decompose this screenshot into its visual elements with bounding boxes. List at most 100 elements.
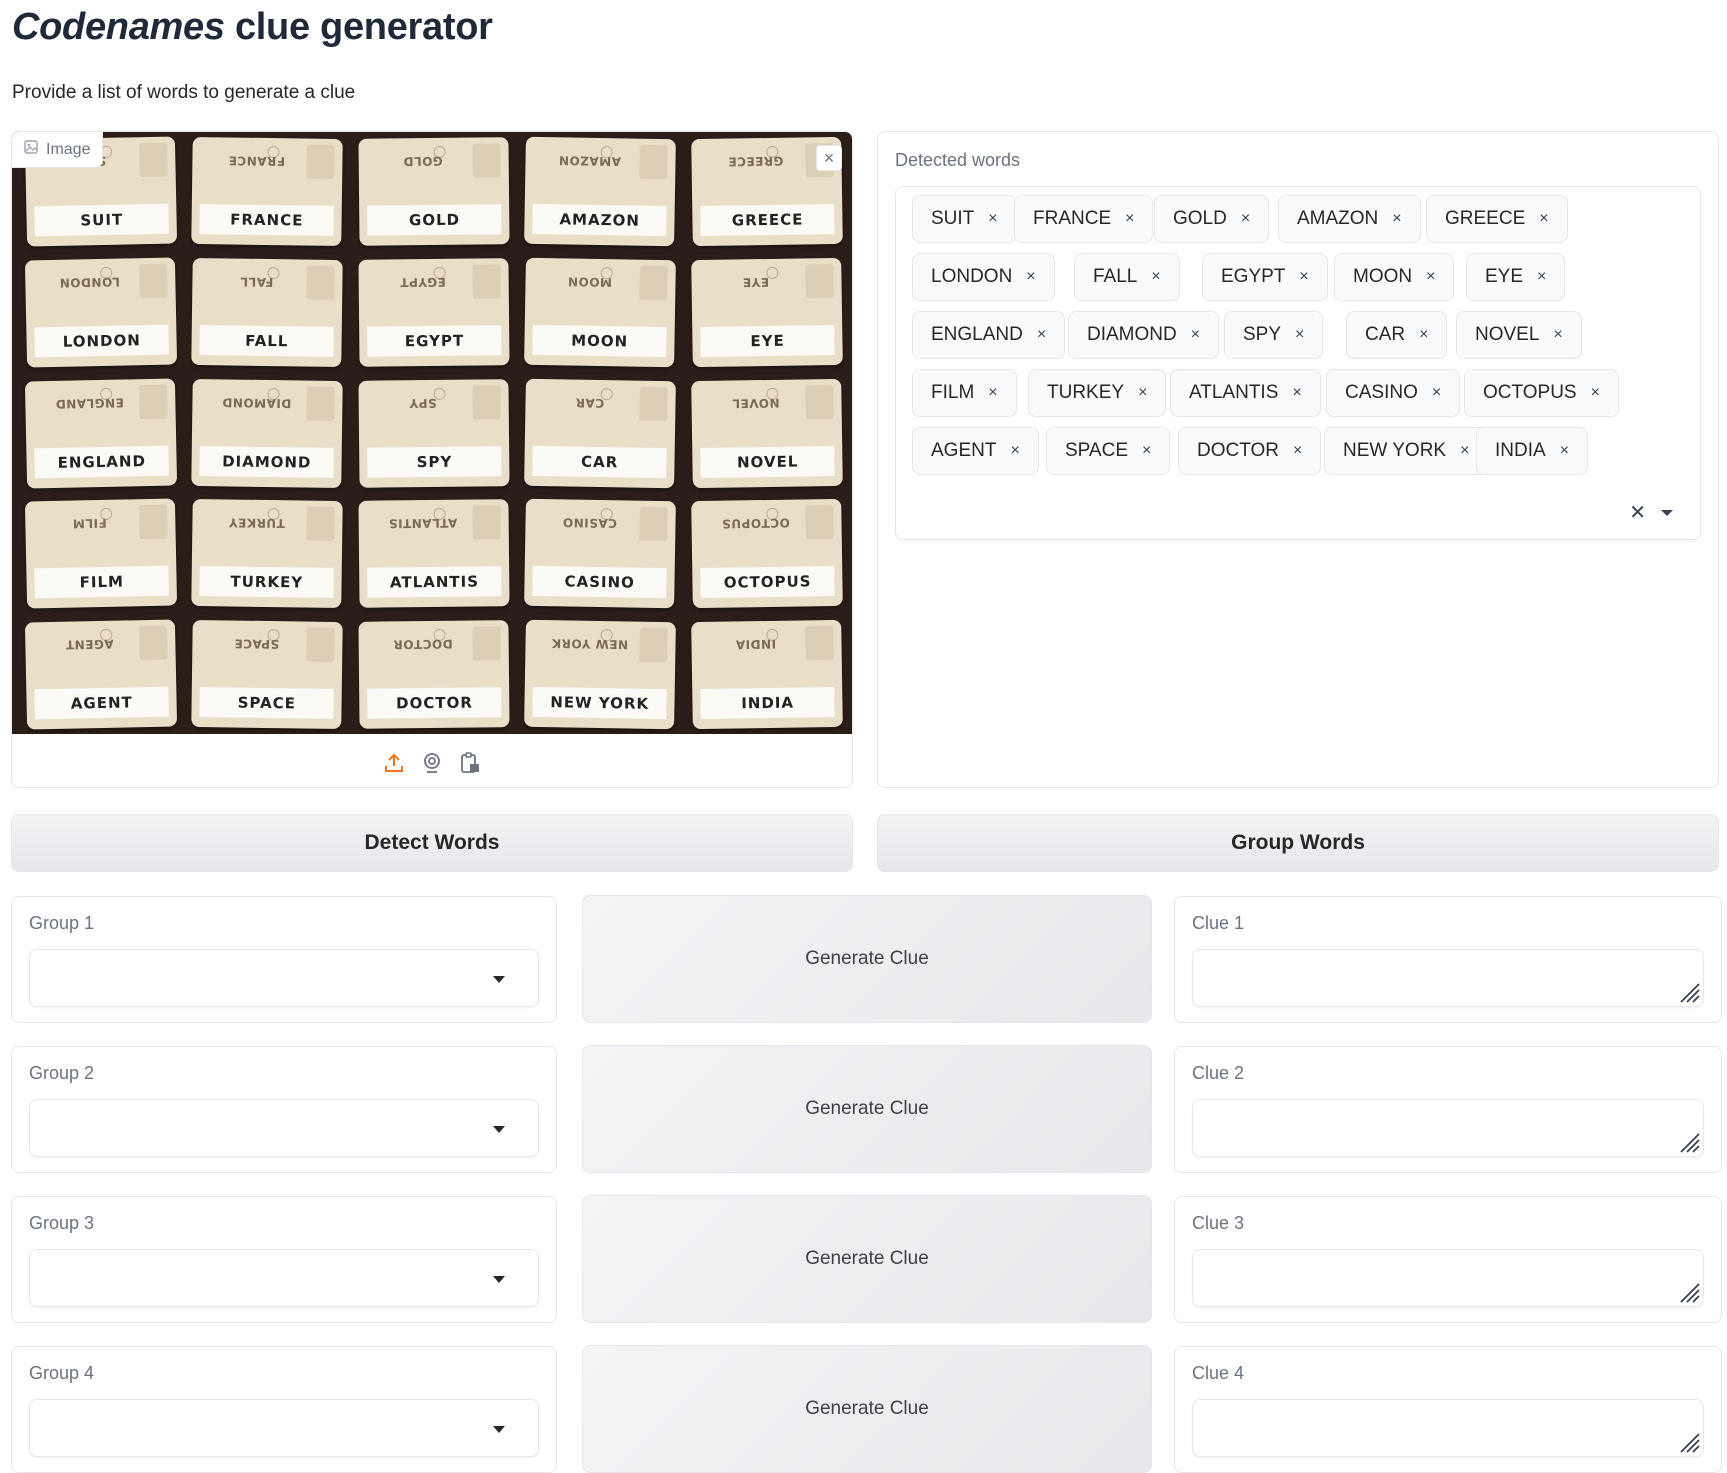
clear-image-button[interactable]: × — [816, 145, 842, 171]
word-chip[interactable]: FALL × — [1074, 253, 1180, 301]
resize-grip-icon[interactable] — [1675, 978, 1701, 1004]
remove-word-icon[interactable]: × — [988, 210, 997, 228]
word-chip-label: SPACE — [1065, 440, 1129, 461]
clue-1-textarea[interactable] — [1192, 949, 1704, 1007]
word-chip[interactable]: SPACE × — [1046, 427, 1171, 475]
word-chip[interactable]: FILM × — [912, 369, 1017, 417]
word-chip[interactable]: EGYPT × — [1202, 253, 1328, 301]
group-words-button[interactable]: Group Words — [877, 814, 1719, 872]
image-preview[interactable]: Image × SUITSUITFRANCEFRANCEGOLDGOLDAMAZ… — [12, 132, 852, 734]
remove-word-icon[interactable]: × — [988, 384, 997, 402]
word-chip[interactable]: GOLD × — [1154, 195, 1270, 243]
remove-word-icon[interactable]: × — [1432, 384, 1441, 402]
webcam-icon[interactable] — [420, 751, 444, 775]
codename-card: NOVEL NOVEL — [690, 378, 843, 488]
group-3-dropdown[interactable] — [29, 1249, 539, 1307]
resize-grip-icon[interactable] — [1675, 1278, 1701, 1304]
word-chip[interactable]: ENGLAND × — [912, 311, 1066, 359]
codename-card: FALL FALL — [191, 257, 344, 367]
word-chip[interactable]: NOVEL × — [1456, 311, 1582, 359]
card-word: SUIT — [34, 203, 170, 237]
card-figure — [306, 627, 336, 663]
word-chip[interactable]: DIAMOND × — [1068, 311, 1220, 359]
remove-word-icon[interactable]: × — [1292, 384, 1301, 402]
generate-clue-3-button[interactable]: Generate Clue — [582, 1195, 1152, 1323]
word-chip[interactable]: FRANCE × — [1014, 195, 1154, 243]
word-chip-label: GOLD — [1173, 208, 1227, 229]
codename-card: ENGLAND ENGLAND — [24, 378, 178, 488]
clue-4-textarea[interactable] — [1192, 1399, 1704, 1457]
card-word-mirrored: TURKEY — [228, 515, 286, 531]
generate-clue-1-button[interactable]: Generate Clue — [582, 895, 1152, 1023]
word-chip[interactable]: INDIA × — [1476, 427, 1589, 475]
remove-word-icon[interactable]: × — [1392, 210, 1401, 228]
clue-2-textarea[interactable] — [1192, 1099, 1704, 1157]
remove-word-icon[interactable]: × — [1010, 442, 1019, 460]
clipboard-paste-icon[interactable] — [458, 751, 482, 775]
word-chip[interactable]: SPY × — [1224, 311, 1324, 359]
card-word: FILM — [34, 565, 170, 599]
chevron-down-icon[interactable] — [1660, 501, 1674, 524]
upload-icon[interactable] — [382, 751, 406, 775]
card-word: FRANCE — [199, 203, 335, 236]
group-4-dropdown[interactable] — [29, 1399, 539, 1457]
remove-word-icon[interactable]: × — [1125, 210, 1134, 228]
word-chip[interactable]: NEW YORK × — [1324, 427, 1489, 475]
remove-word-icon[interactable]: × — [1299, 268, 1308, 286]
codename-card: ATLANTIS ATLANTIS — [358, 499, 510, 608]
remove-word-icon[interactable]: × — [1295, 326, 1304, 344]
remove-word-icon[interactable]: × — [1419, 326, 1428, 344]
remove-word-icon[interactable]: × — [1138, 384, 1147, 402]
remove-word-icon[interactable]: × — [1560, 442, 1569, 460]
group-4-box: Group 4 — [11, 1346, 557, 1473]
remove-word-icon[interactable]: × — [1553, 326, 1562, 344]
resize-grip-icon[interactable] — [1675, 1428, 1701, 1454]
word-chip[interactable]: AMAZON × — [1278, 195, 1421, 243]
group-1-dropdown[interactable] — [29, 949, 539, 1007]
word-chip[interactable]: DOCTOR × — [1178, 427, 1322, 475]
codename-card: AGENT AGENT — [24, 619, 178, 730]
resize-grip-icon[interactable] — [1675, 1128, 1701, 1154]
clear-all-icon[interactable]: ✕ — [1629, 500, 1646, 525]
remove-word-icon[interactable]: × — [1037, 326, 1046, 344]
group-2-dropdown[interactable] — [29, 1099, 539, 1157]
word-chip[interactable]: EYE × — [1466, 253, 1566, 301]
word-chip[interactable]: CASINO × — [1326, 369, 1461, 417]
remove-word-icon[interactable]: × — [1142, 442, 1151, 460]
clue-3-textarea[interactable] — [1192, 1249, 1704, 1307]
codename-card: FRANCE FRANCE — [191, 136, 344, 246]
detected-words-multiselect[interactable]: ✕ SUIT × FRANCE × GOLD × AMAZON × GREECE × LONDON ×… — [895, 186, 1701, 540]
generate-clue-2-button[interactable]: Generate Clue — [582, 1045, 1152, 1173]
word-chip[interactable]: TURKEY × — [1028, 369, 1167, 417]
generate-clue-4-button[interactable]: Generate Clue — [582, 1345, 1152, 1473]
remove-word-icon[interactable]: × — [1460, 442, 1469, 460]
word-chip[interactable]: AGENT × — [912, 427, 1039, 475]
card-figure — [139, 142, 169, 178]
word-chip[interactable]: SUIT × — [912, 195, 1017, 243]
remove-word-icon[interactable]: × — [1293, 442, 1302, 460]
card-figure — [306, 265, 336, 300]
remove-word-icon[interactable]: × — [1191, 326, 1200, 344]
codename-card: CASINO CASINO — [524, 499, 677, 609]
word-chip-label: SPY — [1243, 324, 1282, 345]
word-chip[interactable]: CAR × — [1346, 311, 1448, 359]
remove-word-icon[interactable]: × — [1241, 210, 1250, 228]
detect-words-button[interactable]: Detect Words — [11, 814, 853, 872]
remove-word-icon[interactable]: × — [1537, 268, 1546, 286]
word-chip[interactable]: OCTOPUS × — [1464, 369, 1619, 417]
card-word: NEW YORK — [532, 686, 668, 720]
word-chip[interactable]: ATLANTIS × — [1170, 369, 1321, 417]
remove-word-icon[interactable]: × — [1539, 210, 1548, 228]
word-chip-label: INDIA — [1495, 440, 1546, 461]
group-3-label: Group 3 — [29, 1213, 95, 1233]
card-word-mirrored: FALL — [240, 274, 274, 289]
word-chip[interactable]: GREECE × — [1426, 195, 1568, 243]
remove-word-icon[interactable]: × — [1426, 268, 1435, 286]
remove-word-icon[interactable]: × — [1151, 268, 1160, 286]
word-chip[interactable]: MOON × — [1334, 253, 1455, 301]
remove-word-icon[interactable]: × — [1591, 384, 1600, 402]
word-chip[interactable]: LONDON × — [912, 253, 1055, 301]
codename-card: MOON MOON — [524, 257, 677, 367]
remove-word-icon[interactable]: × — [1026, 268, 1035, 286]
codename-card: EYE EYE — [690, 257, 843, 367]
